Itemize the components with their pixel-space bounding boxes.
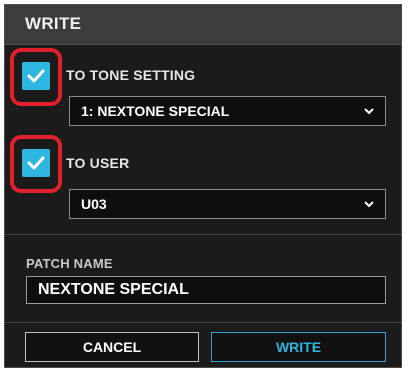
user-label: TO USER: [66, 155, 130, 171]
footer-divider: [5, 322, 401, 323]
patch-name-label: PATCH NAME: [26, 256, 113, 271]
cancel-button-label: CANCEL: [82, 339, 142, 355]
tone-setting-select-value: 1: NEXTONE SPECIAL: [81, 103, 230, 119]
write-button-label: WRITE: [275, 339, 322, 355]
chevron-down-icon: [364, 201, 374, 208]
dialog-titlebar: WRITE: [5, 5, 401, 45]
cancel-button[interactable]: CANCEL: [25, 332, 199, 362]
write-dialog: WRITE TO TONE SETTING 1: NEXTONE SPECIAL…: [4, 4, 402, 368]
patch-name-field[interactable]: NEXTONE SPECIAL: [26, 276, 386, 304]
tone-setting-label: TO TONE SETTING: [66, 67, 196, 83]
user-select-value: U03: [81, 196, 107, 212]
tone-setting-select[interactable]: 1: NEXTONE SPECIAL: [69, 96, 386, 126]
section-divider: [5, 234, 401, 235]
chevron-down-icon: [364, 108, 374, 115]
tone-setting-checkbox-highlight: [10, 48, 62, 106]
write-button[interactable]: WRITE: [211, 332, 386, 362]
user-checkbox-highlight: [10, 135, 62, 193]
user-select[interactable]: U03: [69, 189, 386, 219]
dialog-title: WRITE: [25, 14, 82, 33]
